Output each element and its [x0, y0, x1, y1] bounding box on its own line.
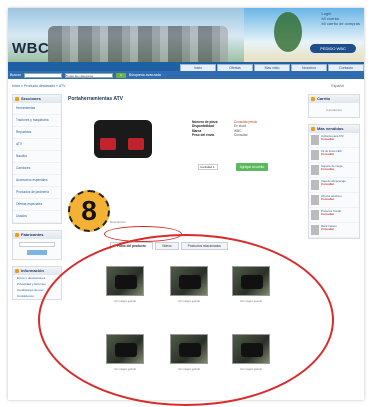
- bestseller-text: Winche eléctrico Consultar: [321, 194, 342, 205]
- category-item[interactable]: Usados: [13, 211, 61, 223]
- bestseller-price: Consultar: [321, 137, 335, 142]
- search-input[interactable]: [23, 72, 62, 78]
- cart-link[interactable]: Mi carrito de compras: [322, 21, 360, 26]
- bestseller-item[interactable]: Kit de luces LED Consultar: [309, 148, 359, 163]
- bestseller-item[interactable]: Winche eléctrico Consultar: [309, 193, 359, 208]
- category-item[interactable]: Camiones: [13, 163, 61, 175]
- bestseller-price: Consultar: [321, 167, 335, 172]
- category-item[interactable]: ATV: [13, 139, 61, 151]
- bestseller-text: Soporte de carga Consultar: [321, 164, 342, 175]
- breadcrumb[interactable]: Inicio » Producto destacado » ATV: [12, 84, 65, 88]
- information-title: Información: [13, 267, 61, 275]
- manufacturers-box: Fabricantes: [12, 230, 62, 260]
- product-image[interactable]: [88, 110, 158, 174]
- product-title: Portaherramientas ATV: [68, 96, 124, 102]
- bestsellers-box: Más vendidos Cubierta para ATV Consultar K…: [308, 124, 360, 239]
- bestseller-text: Protector frontal Consultar: [321, 209, 341, 220]
- product-thumbnail: [311, 225, 319, 235]
- bestsellers-title: Más vendidos: [309, 125, 359, 133]
- search-go-button[interactable]: Ir: [115, 72, 126, 78]
- case-latch-left: [100, 138, 116, 150]
- category-item[interactable]: Accesorios especiales: [13, 175, 61, 187]
- bestsellers-list: Cubierta para ATV Consultar Kit de luces L…: [309, 133, 359, 238]
- info-value: Consultar: [234, 133, 248, 138]
- site-logo[interactable]: WBC: [12, 40, 49, 57]
- category-select[interactable]: Todas las categorias: [64, 72, 113, 78]
- bestseller-item[interactable]: Cubierta para ATV Consultar: [309, 133, 359, 148]
- case-latch-right: [128, 138, 144, 150]
- search-label: Buscar: [10, 73, 21, 77]
- bestseller-price: Consultar: [321, 212, 335, 217]
- bestseller-item[interactable]: Protector frontal Consultar: [309, 208, 359, 223]
- manufacturers-title: Fabricantes: [13, 231, 61, 239]
- categories-box: Secciones Herramientas Tractores y maqui…: [12, 94, 62, 224]
- manufacturer-select[interactable]: [19, 242, 55, 247]
- bestseller-item[interactable]: Rack trasero Consultar: [309, 223, 359, 238]
- bestseller-item[interactable]: Caja de almacenaje Consultar: [309, 178, 359, 193]
- cart-title: Carrito: [309, 95, 359, 103]
- bestseller-price: Consultar: [321, 197, 335, 202]
- categories-title: Secciones: [13, 95, 61, 103]
- step-badge: 8: [68, 190, 110, 232]
- category-item[interactable]: Productos de jardinería: [13, 187, 61, 199]
- site-header: WBC Login Mi cuenta Mi carrito de compra…: [8, 8, 364, 70]
- language-select[interactable]: Español: [331, 84, 344, 88]
- advanced-search-link[interactable]: Búsqueda avanzada: [129, 73, 161, 77]
- cart-box: Carrito 0 productos: [308, 94, 360, 118]
- product-thumbnail: [311, 165, 319, 175]
- product-thumbnail: [311, 150, 319, 160]
- category-item[interactable]: Herramientas: [13, 103, 61, 115]
- bestseller-item[interactable]: Soporte de carga Consultar: [309, 163, 359, 178]
- bestseller-price: Consultar: [321, 227, 335, 232]
- info-key: Peso del envío: [192, 133, 215, 138]
- bestseller-text: Rack trasero Consultar: [321, 224, 337, 235]
- cart-contents: 0 productos: [326, 108, 342, 112]
- search-bar: Buscar Todas las categorias Ir Búsqueda …: [8, 71, 364, 79]
- account-links: Login Mi cuenta Mi carrito de compras: [322, 11, 360, 26]
- category-item[interactable]: Tractores y maquinaria: [13, 115, 61, 127]
- bestseller-text: Cubierta para ATV Consultar: [321, 134, 344, 145]
- product-thumbnail: [311, 135, 319, 145]
- manufacturer-go-button[interactable]: [27, 250, 47, 255]
- palm-tree-image: [274, 12, 302, 52]
- atv-banner-image: [48, 26, 228, 66]
- bestseller-text: Caja de almacenaje Consultar: [321, 179, 346, 190]
- phone-button[interactable]: PEDIDO WBC: [310, 44, 356, 53]
- description-label: Descripción: [110, 220, 126, 224]
- product-thumbnail: [311, 180, 319, 190]
- bestseller-price: Consultar: [321, 182, 335, 187]
- gallery-highlight-ring: [38, 234, 334, 406]
- bestseller-text: Kit de luces LED Consultar: [321, 149, 342, 160]
- product-thumbnail: [311, 195, 319, 205]
- category-item[interactable]: Nautica: [13, 151, 61, 163]
- category-item[interactable]: Repuestos: [13, 127, 61, 139]
- product-thumbnail: [311, 210, 319, 220]
- bestseller-price: Consultar: [321, 152, 335, 157]
- info-row: Peso del envío Consultar: [192, 133, 257, 137]
- product-info: Número de pieza Consultar precio Disponib…: [192, 120, 257, 138]
- add-to-cart-button[interactable]: Agregar al carrito: [236, 163, 268, 171]
- quantity-input[interactable]: Cantidad 1: [198, 164, 218, 170]
- category-item[interactable]: Ofertas especiales: [13, 199, 61, 211]
